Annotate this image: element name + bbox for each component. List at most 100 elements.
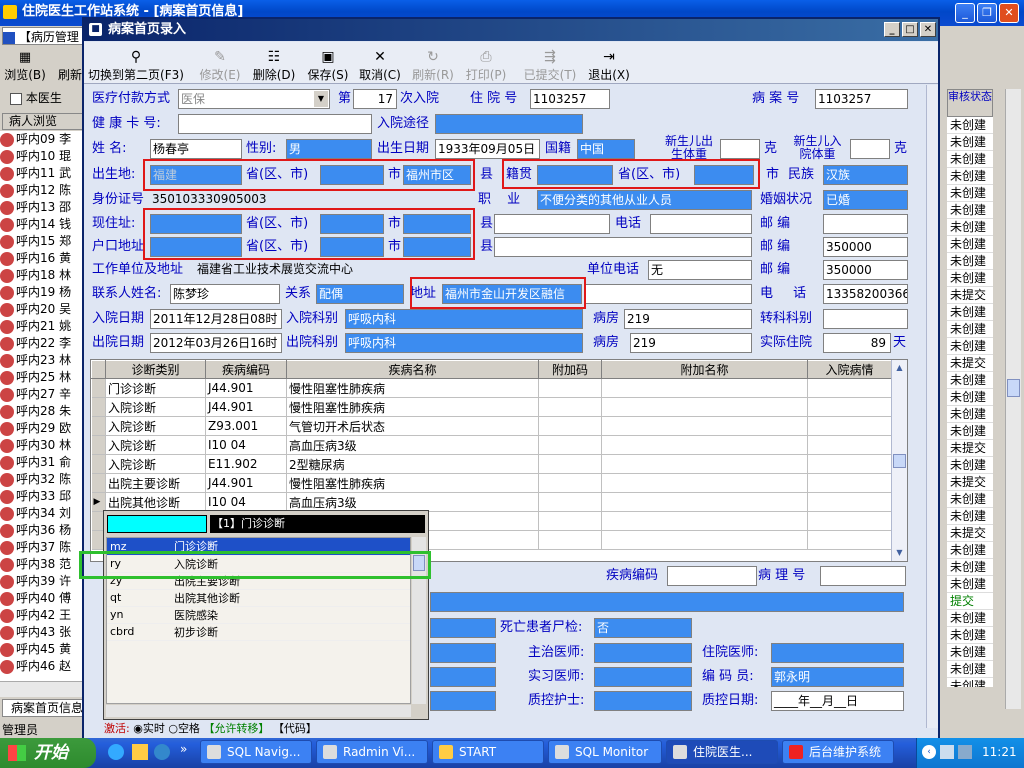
col-header-disease-code[interactable]: 疾病编码 xyxy=(205,360,287,379)
col-header-admission-condition[interactable]: 入院病情 xyxy=(807,360,892,379)
diagnosis-row[interactable]: 入院诊断 E11.902 2型糖尿病 xyxy=(91,454,892,474)
my-doctor-checkbox[interactable]: 本医生 xyxy=(10,91,62,105)
patient-list-item[interactable]: 呼内25 林 xyxy=(0,369,82,386)
quicklaunch-more-icon[interactable]: » xyxy=(180,742,187,756)
admit-dept-field[interactable]: 呼吸内科 xyxy=(345,309,583,329)
switch-page-button[interactable]: ⚲ 切换到第二页(F3) xyxy=(86,48,186,83)
dropdown-option[interactable]: qt 出院其他诊断 xyxy=(107,589,410,607)
current-address-detail-field[interactable] xyxy=(494,214,610,234)
diagnosis-cell[interactable] xyxy=(807,397,892,417)
diagnosis-cell[interactable] xyxy=(538,397,602,417)
patient-list-item[interactable]: 呼内34 刘 xyxy=(0,505,82,522)
status-cell[interactable]: 未创建 xyxy=(947,406,993,423)
discharge-ward-field[interactable]: 219 xyxy=(630,333,752,353)
diagnosis-cell[interactable] xyxy=(807,511,892,531)
status-cell[interactable]: 未创建 xyxy=(947,644,993,661)
qc-date-field[interactable]: ____年__月__日 xyxy=(771,691,904,711)
patient-list-item[interactable]: 呼内19 杨 xyxy=(0,284,82,301)
patient-list[interactable]: 呼内09 李呼内10 琨呼内11 武呼内12 陈呼内13 邵呼内14 钱呼内15… xyxy=(0,131,84,681)
status-cell[interactable]: 未创建 xyxy=(947,542,993,559)
status-cell[interactable]: 未创建 xyxy=(947,253,993,270)
checkbox-box[interactable] xyxy=(10,92,22,105)
patient-list-item[interactable]: 呼内36 杨 xyxy=(0,522,82,539)
patient-list-item[interactable]: 呼内45 黄 xyxy=(0,641,82,658)
task-doctor-workstation[interactable]: 住院医生... xyxy=(666,740,778,764)
patient-list-item[interactable]: 呼内15 郑 xyxy=(0,233,82,250)
intern-field[interactable] xyxy=(594,667,692,687)
patient-list-item[interactable]: 呼内14 钱 xyxy=(0,216,82,233)
patient-list-item[interactable]: 呼内32 陈 xyxy=(0,471,82,488)
patient-list-item[interactable]: 呼内09 李 xyxy=(0,131,82,148)
hukou-address-detail-field[interactable] xyxy=(494,237,752,257)
diag-type-dropdown[interactable]: 【1】门诊诊断 mz 门诊诊断 ry 入院诊断 zy 出院主要诊断 qt 出院其他诊断 yn 医院… xyxy=(103,510,429,720)
restore-button[interactable]: ❐ xyxy=(977,3,997,23)
diagnosis-cell[interactable] xyxy=(538,530,602,550)
refresh-button[interactable]: ↻ 刷新(R) xyxy=(408,48,458,83)
diagnosis-cell[interactable]: J44.901 xyxy=(205,473,287,493)
col-header-extra-code[interactable]: 附加码 xyxy=(538,360,602,379)
status-vscroll-thumb[interactable] xyxy=(1007,379,1020,397)
row-indicator[interactable]: ▶ xyxy=(91,492,106,512)
task-sql-monitor[interactable]: SQL Monitor xyxy=(548,740,662,764)
patient-list-item[interactable]: 呼内23 林 xyxy=(0,352,82,369)
scroll-down-icon[interactable]: ▼ xyxy=(892,545,907,561)
ie-quicklaunch-icon[interactable] xyxy=(108,744,124,760)
work-postcode-field[interactable]: 350000 xyxy=(823,260,908,280)
admission-times-field[interactable]: 17 xyxy=(353,89,397,109)
start-button[interactable]: 开始 xyxy=(0,738,96,768)
diagnosis-cell[interactable] xyxy=(538,454,602,474)
patient-list-item[interactable]: 呼内31 俞 xyxy=(0,454,82,471)
phone-field[interactable] xyxy=(650,214,752,234)
task-sql-navigator[interactable]: SQL Navig... xyxy=(200,740,312,764)
task-start-folder[interactable]: START xyxy=(432,740,544,764)
diagnosis-cell[interactable]: 慢性阻塞性肺疾病 xyxy=(286,397,539,417)
diagnosis-cell[interactable] xyxy=(601,435,808,455)
diagnosis-cell[interactable] xyxy=(807,435,892,455)
contact-phone-field[interactable]: 13358200366 xyxy=(823,284,908,304)
inpatient-no-field[interactable]: 1103257 xyxy=(530,89,610,109)
bg-refresh-button[interactable]: 刷新 xyxy=(58,66,82,83)
status-cell[interactable]: 未创建 xyxy=(947,559,993,576)
col-header-extra-name[interactable]: 附加名称 xyxy=(601,360,808,379)
diagnosis-cell[interactable]: J44.901 xyxy=(205,397,287,417)
diagnosis-cell[interactable]: J44.901 xyxy=(205,378,287,398)
allow-move-button[interactable]: 【允许转移】 xyxy=(203,722,269,735)
diagnosis-cell[interactable] xyxy=(601,530,808,550)
status-cell[interactable]: 未提交 xyxy=(947,355,993,372)
realtime-radio[interactable]: ◉实时 xyxy=(133,722,165,735)
lower-disease-code-field[interactable] xyxy=(667,566,757,586)
code-button[interactable]: 【代码】 xyxy=(273,722,317,735)
diagnosis-cell[interactable]: 入院诊断 xyxy=(105,397,206,417)
diagnosis-cell[interactable]: 入院诊断 xyxy=(105,454,206,474)
col-header-disease-name[interactable]: 疾病名称 xyxy=(286,360,539,379)
patient-list-item[interactable]: 呼内38 范 xyxy=(0,556,82,573)
row-indicator[interactable] xyxy=(91,378,106,398)
diagnosis-row[interactable]: 入院诊断 Z93.001 气管切开术后状态 xyxy=(91,416,892,436)
diagnosis-cell[interactable] xyxy=(538,416,602,436)
hukou-postcode-field[interactable]: 350000 xyxy=(823,237,908,257)
status-cell[interactable]: 未创建 xyxy=(947,168,993,185)
delete-button[interactable]: ☷ 删除(D) xyxy=(250,48,298,83)
diagnosis-cell[interactable] xyxy=(807,530,892,550)
autopsy-field[interactable]: 否 xyxy=(594,618,692,638)
task-radmin[interactable]: Radmin Vi... xyxy=(316,740,428,764)
status-cell[interactable]: 未创建 xyxy=(947,151,993,168)
dropdown-option[interactable]: cbrd 初步诊断 xyxy=(107,623,410,641)
diagnosis-cell[interactable] xyxy=(807,378,892,398)
lower-left-field-1[interactable] xyxy=(430,618,496,638)
diagnosis-cell[interactable] xyxy=(538,378,602,398)
diagnosis-cell[interactable]: 门诊诊断 xyxy=(105,378,206,398)
status-cell[interactable]: 未提交 xyxy=(947,474,993,491)
coder-field[interactable]: 郭永明 xyxy=(771,667,904,687)
volume-tray-icon[interactable] xyxy=(958,745,972,759)
dropdown-search-input[interactable] xyxy=(107,515,207,533)
status-cell[interactable]: 未创建 xyxy=(947,508,993,525)
status-cell[interactable]: 未创建 xyxy=(947,576,993,593)
patient-list-item[interactable]: 呼内40 傅 xyxy=(0,590,82,607)
close-button[interactable]: ✕ xyxy=(999,3,1019,23)
occupation-field[interactable]: 不便分类的其他从业人员 xyxy=(537,190,752,210)
dropdown-option[interactable]: yn 医院感染 xyxy=(107,606,410,624)
edit-button[interactable]: ✎ 修改(E) xyxy=(196,48,244,83)
scroll-up-icon[interactable]: ▲ xyxy=(892,360,907,376)
diagnosis-cell[interactable] xyxy=(601,473,808,493)
